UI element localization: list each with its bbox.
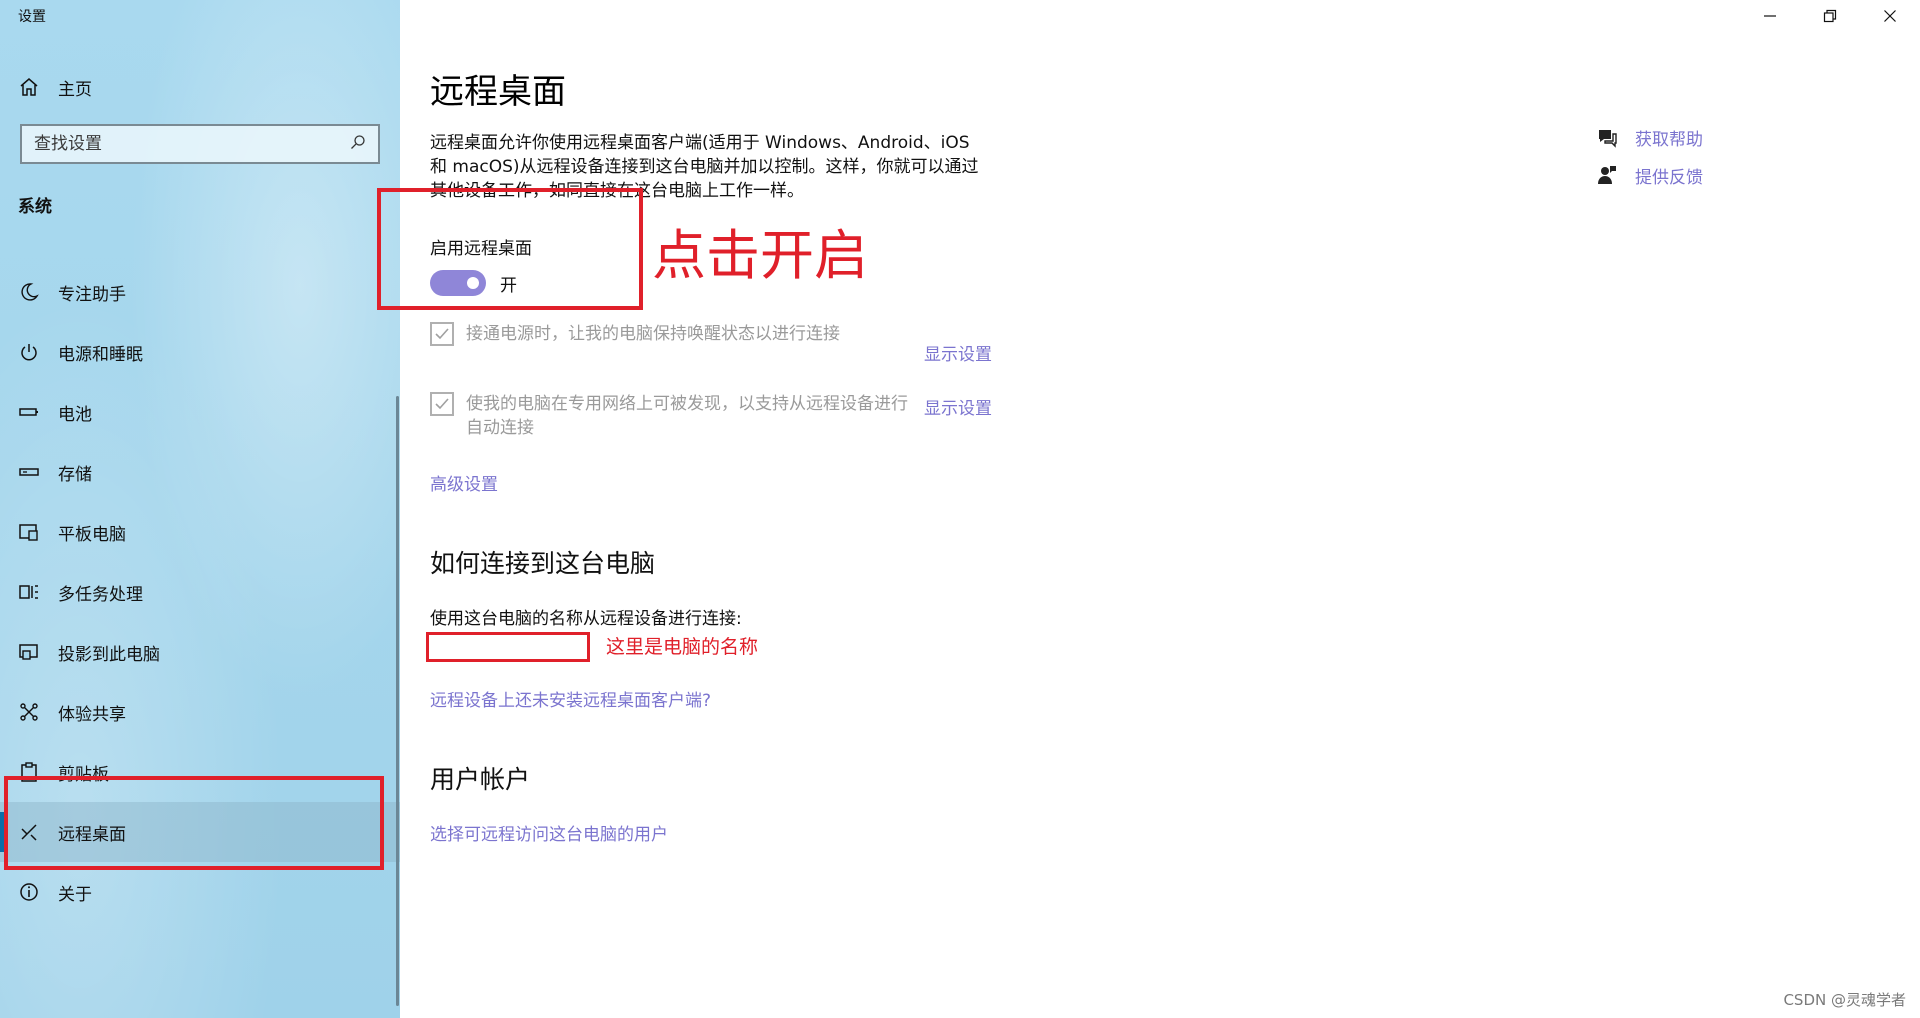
sidebar-item-label: 多任务处理 [58, 584, 143, 605]
annotation-name-note: 这里是电脑的名称 [606, 636, 759, 658]
annotation-toggle-note: 点击开启 [652, 224, 868, 287]
sidebar-item-label: 电池 [58, 404, 92, 425]
sidebar-item-battery[interactable]: 电池 [0, 382, 400, 442]
sidebar-item-label: 电源和睡眠 [58, 344, 143, 365]
discoverable-text: 使我的电脑在专用网络上可被发现，以支持从远程设备进行自动连接 [466, 394, 908, 438]
tablet-icon [18, 521, 40, 543]
feedback-label: 提供反馈 [1635, 167, 1703, 188]
multitask-icon [18, 581, 40, 603]
sidebar-item-label: 关于 [58, 884, 92, 905]
share-icon [18, 701, 40, 723]
get-help-link[interactable]: 获取帮助 [1595, 118, 1703, 156]
annotation-box-pc-name [426, 632, 590, 662]
sidebar-scrollbar[interactable] [396, 396, 399, 1006]
storage-icon [18, 461, 40, 483]
advanced-settings-link[interactable]: 高级设置 [430, 470, 498, 495]
description-line: 和 macOS)从远程设备连接到这台电脑并加以控制。这样，你就可以通过 [430, 157, 979, 177]
sidebar-item-project[interactable]: 投影到此电脑 [0, 622, 400, 682]
sidebar-item-shared-experiences[interactable]: 体验共享 [0, 682, 400, 742]
info-icon [18, 881, 40, 903]
select-users-link[interactable]: 选择可远程访问这台电脑的用户 [430, 820, 668, 845]
close-icon [1884, 10, 1896, 22]
connect-text: 使用这台电脑的名称从远程设备进行连接: [430, 609, 742, 629]
restore-button[interactable] [1800, 0, 1860, 32]
watermark: CSDN @灵魂学者 [1783, 991, 1906, 1009]
annotation-box-toggle [377, 188, 643, 310]
sidebar-item-label: 存储 [58, 464, 92, 485]
keep-awake-option: 接通电源时，让我的电脑保持唤醒状态以进行连接 [430, 322, 916, 346]
chat-help-icon [1595, 125, 1619, 149]
minimize-button[interactable] [1740, 0, 1800, 32]
discoverable-option: 使我的电脑在专用网络上可被发现，以支持从远程设备进行自动连接 [430, 392, 916, 440]
restore-icon [1823, 9, 1837, 23]
moon-icon [18, 281, 40, 303]
feedback-person-icon [1595, 163, 1619, 187]
annotation-box-sidebar [4, 776, 384, 870]
feedback-link[interactable]: 提供反馈 [1595, 156, 1703, 194]
check-icon [435, 328, 449, 340]
home-icon [18, 76, 40, 98]
sidebar-item-focus-assist[interactable]: 专注助手 [0, 262, 400, 322]
description-line: 远程桌面允许你使用远程桌面客户端(适用于 Windows、Android、iOS [430, 133, 970, 153]
sidebar-item-about[interactable]: 关于 [0, 862, 400, 922]
connect-heading: 如何连接到这台电脑 [430, 549, 656, 578]
no-client-link[interactable]: 远程设备上还未安装远程桌面客户端? [430, 686, 711, 711]
main-content: 远程桌面 远程桌面允许你使用远程桌面客户端(适用于 Windows、Androi… [430, 0, 1430, 1018]
window-title: 设置 [18, 9, 46, 25]
sidebar-item-label: 主页 [58, 79, 92, 100]
battery-icon [18, 401, 40, 423]
close-button[interactable] [1860, 0, 1920, 32]
page-title: 远程桌面 [430, 72, 566, 112]
discoverable-checkbox[interactable] [430, 392, 454, 416]
check-icon [435, 398, 449, 410]
get-help-label: 获取帮助 [1635, 129, 1703, 150]
keep-awake-checkbox[interactable] [430, 322, 454, 346]
sidebar-item-label: 体验共享 [58, 704, 126, 725]
show-settings-link-1[interactable]: 显示设置 [924, 340, 992, 365]
search-icon[interactable] [350, 134, 366, 154]
power-icon [18, 341, 40, 363]
sidebar-item-label: 专注助手 [58, 284, 126, 305]
help-panel: 获取帮助 提供反馈 [1595, 118, 1703, 194]
window-controls [1740, 0, 1920, 32]
sidebar-item-tablet[interactable]: 平板电脑 [0, 502, 400, 562]
section-title: 系统 [18, 197, 52, 217]
sidebar-item-multitasking[interactable]: 多任务处理 [0, 562, 400, 622]
sidebar-item-label: 平板电脑 [58, 524, 126, 545]
sidebar-item-power-sleep[interactable]: 电源和睡眠 [0, 322, 400, 382]
search-input[interactable] [34, 134, 350, 154]
show-settings-link-2[interactable]: 显示设置 [924, 394, 992, 419]
keep-awake-text: 接通电源时，让我的电脑保持唤醒状态以进行连接 [466, 324, 840, 344]
sidebar-item-home[interactable]: 主页 [18, 72, 92, 102]
accounts-heading: 用户帐户 [430, 765, 531, 794]
minimize-icon [1764, 15, 1776, 17]
sidebar-item-label: 投影到此电脑 [58, 644, 160, 665]
project-icon [18, 641, 40, 663]
search-box[interactable] [20, 124, 380, 164]
sidebar-item-storage[interactable]: 存储 [0, 442, 400, 502]
